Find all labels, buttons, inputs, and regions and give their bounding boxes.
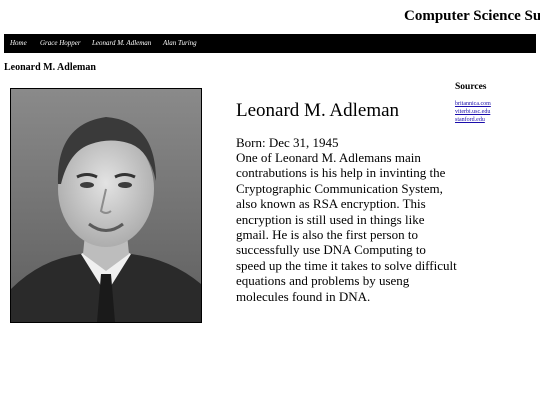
bio-born-date: Born: Dec 31, 1945 <box>236 135 339 150</box>
source-link-viterbi[interactable]: viterbi.usc.edu <box>455 108 535 116</box>
nav-link-leonard-adleman[interactable]: Leonard M. Adleman <box>92 39 151 47</box>
nav-link-home[interactable]: Home <box>10 39 27 47</box>
bio-description: One of Leonard M. Adlemans main contrabu… <box>236 150 457 304</box>
page-heading: Leonard M. Adleman <box>4 62 96 73</box>
top-navigation: Home Grace Hopper Leonard M. Adleman Ala… <box>4 34 536 53</box>
portrait-photo <box>10 88 202 323</box>
nav-link-alan-turing[interactable]: Alan Turing <box>163 39 197 47</box>
source-link-stanford[interactable]: stanford.edu <box>455 116 535 124</box>
nav-link-grace-hopper[interactable]: Grace Hopper <box>40 39 81 47</box>
sources-heading: Sources <box>455 82 487 92</box>
portrait-image <box>11 89 201 322</box>
source-link-britannica[interactable]: britannica.com <box>455 100 535 108</box>
sources-list: britannica.com viterbi.usc.edu stanford.… <box>455 100 535 124</box>
site-title: Computer Science Supe <box>404 8 540 24</box>
bio-title: Leonard M. Adleman <box>236 100 400 121</box>
